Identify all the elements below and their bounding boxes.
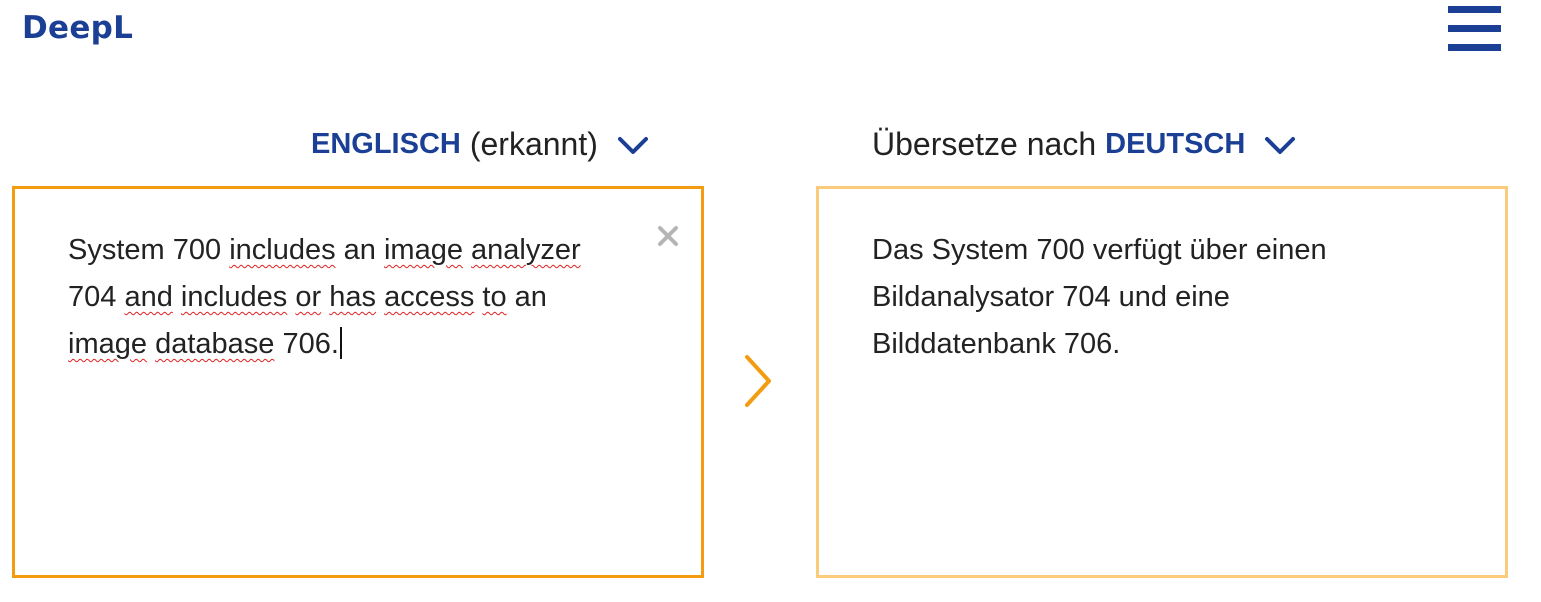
source-line-3: image database 706.: [68, 321, 638, 368]
source-line-2: 704 and includes or has access to an: [68, 281, 547, 313]
close-icon: [655, 226, 681, 253]
source-language-name: ENGLISCH: [311, 127, 461, 160]
text-cursor: [339, 327, 342, 359]
source-language-selector[interactable]: ENGLISCH (erkannt): [311, 122, 648, 166]
chevron-down-icon: [1265, 127, 1296, 164]
translate-arrow-button[interactable]: [740, 352, 776, 410]
target-line-3: Bilddatenbank 706.: [872, 328, 1121, 360]
target-line-2: Bildanalysator 704 und eine: [872, 281, 1230, 313]
source-text-input[interactable]: System 700 includes an image analyzer 70…: [12, 186, 704, 578]
chevron-down-icon: [617, 127, 648, 164]
hamburger-menu-button[interactable]: [1446, 4, 1502, 52]
source-language-detected-note: (erkannt): [469, 125, 598, 162]
source-text[interactable]: System 700 includes an image analyzer 70…: [68, 227, 638, 368]
target-language-selector[interactable]: Übersetze nach DEUTSCH: [872, 122, 1296, 166]
chevron-right-icon: [740, 355, 776, 414]
clear-text-button[interactable]: [655, 223, 681, 249]
source-line-1: System 700 includes an image analyzer: [68, 234, 581, 266]
target-language-prefix: Übersetze nach: [872, 125, 1097, 162]
translation-output[interactable]: Das System 700 verfügt über einen Bildan…: [816, 186, 1508, 578]
deepl-logo[interactable]: DeepL: [22, 8, 133, 48]
target-line-1: Das System 700 verfügt über einen: [872, 234, 1327, 266]
translated-text: Das System 700 verfügt über einen Bildan…: [872, 227, 1442, 368]
target-language-name: DEUTSCH: [1105, 127, 1246, 160]
